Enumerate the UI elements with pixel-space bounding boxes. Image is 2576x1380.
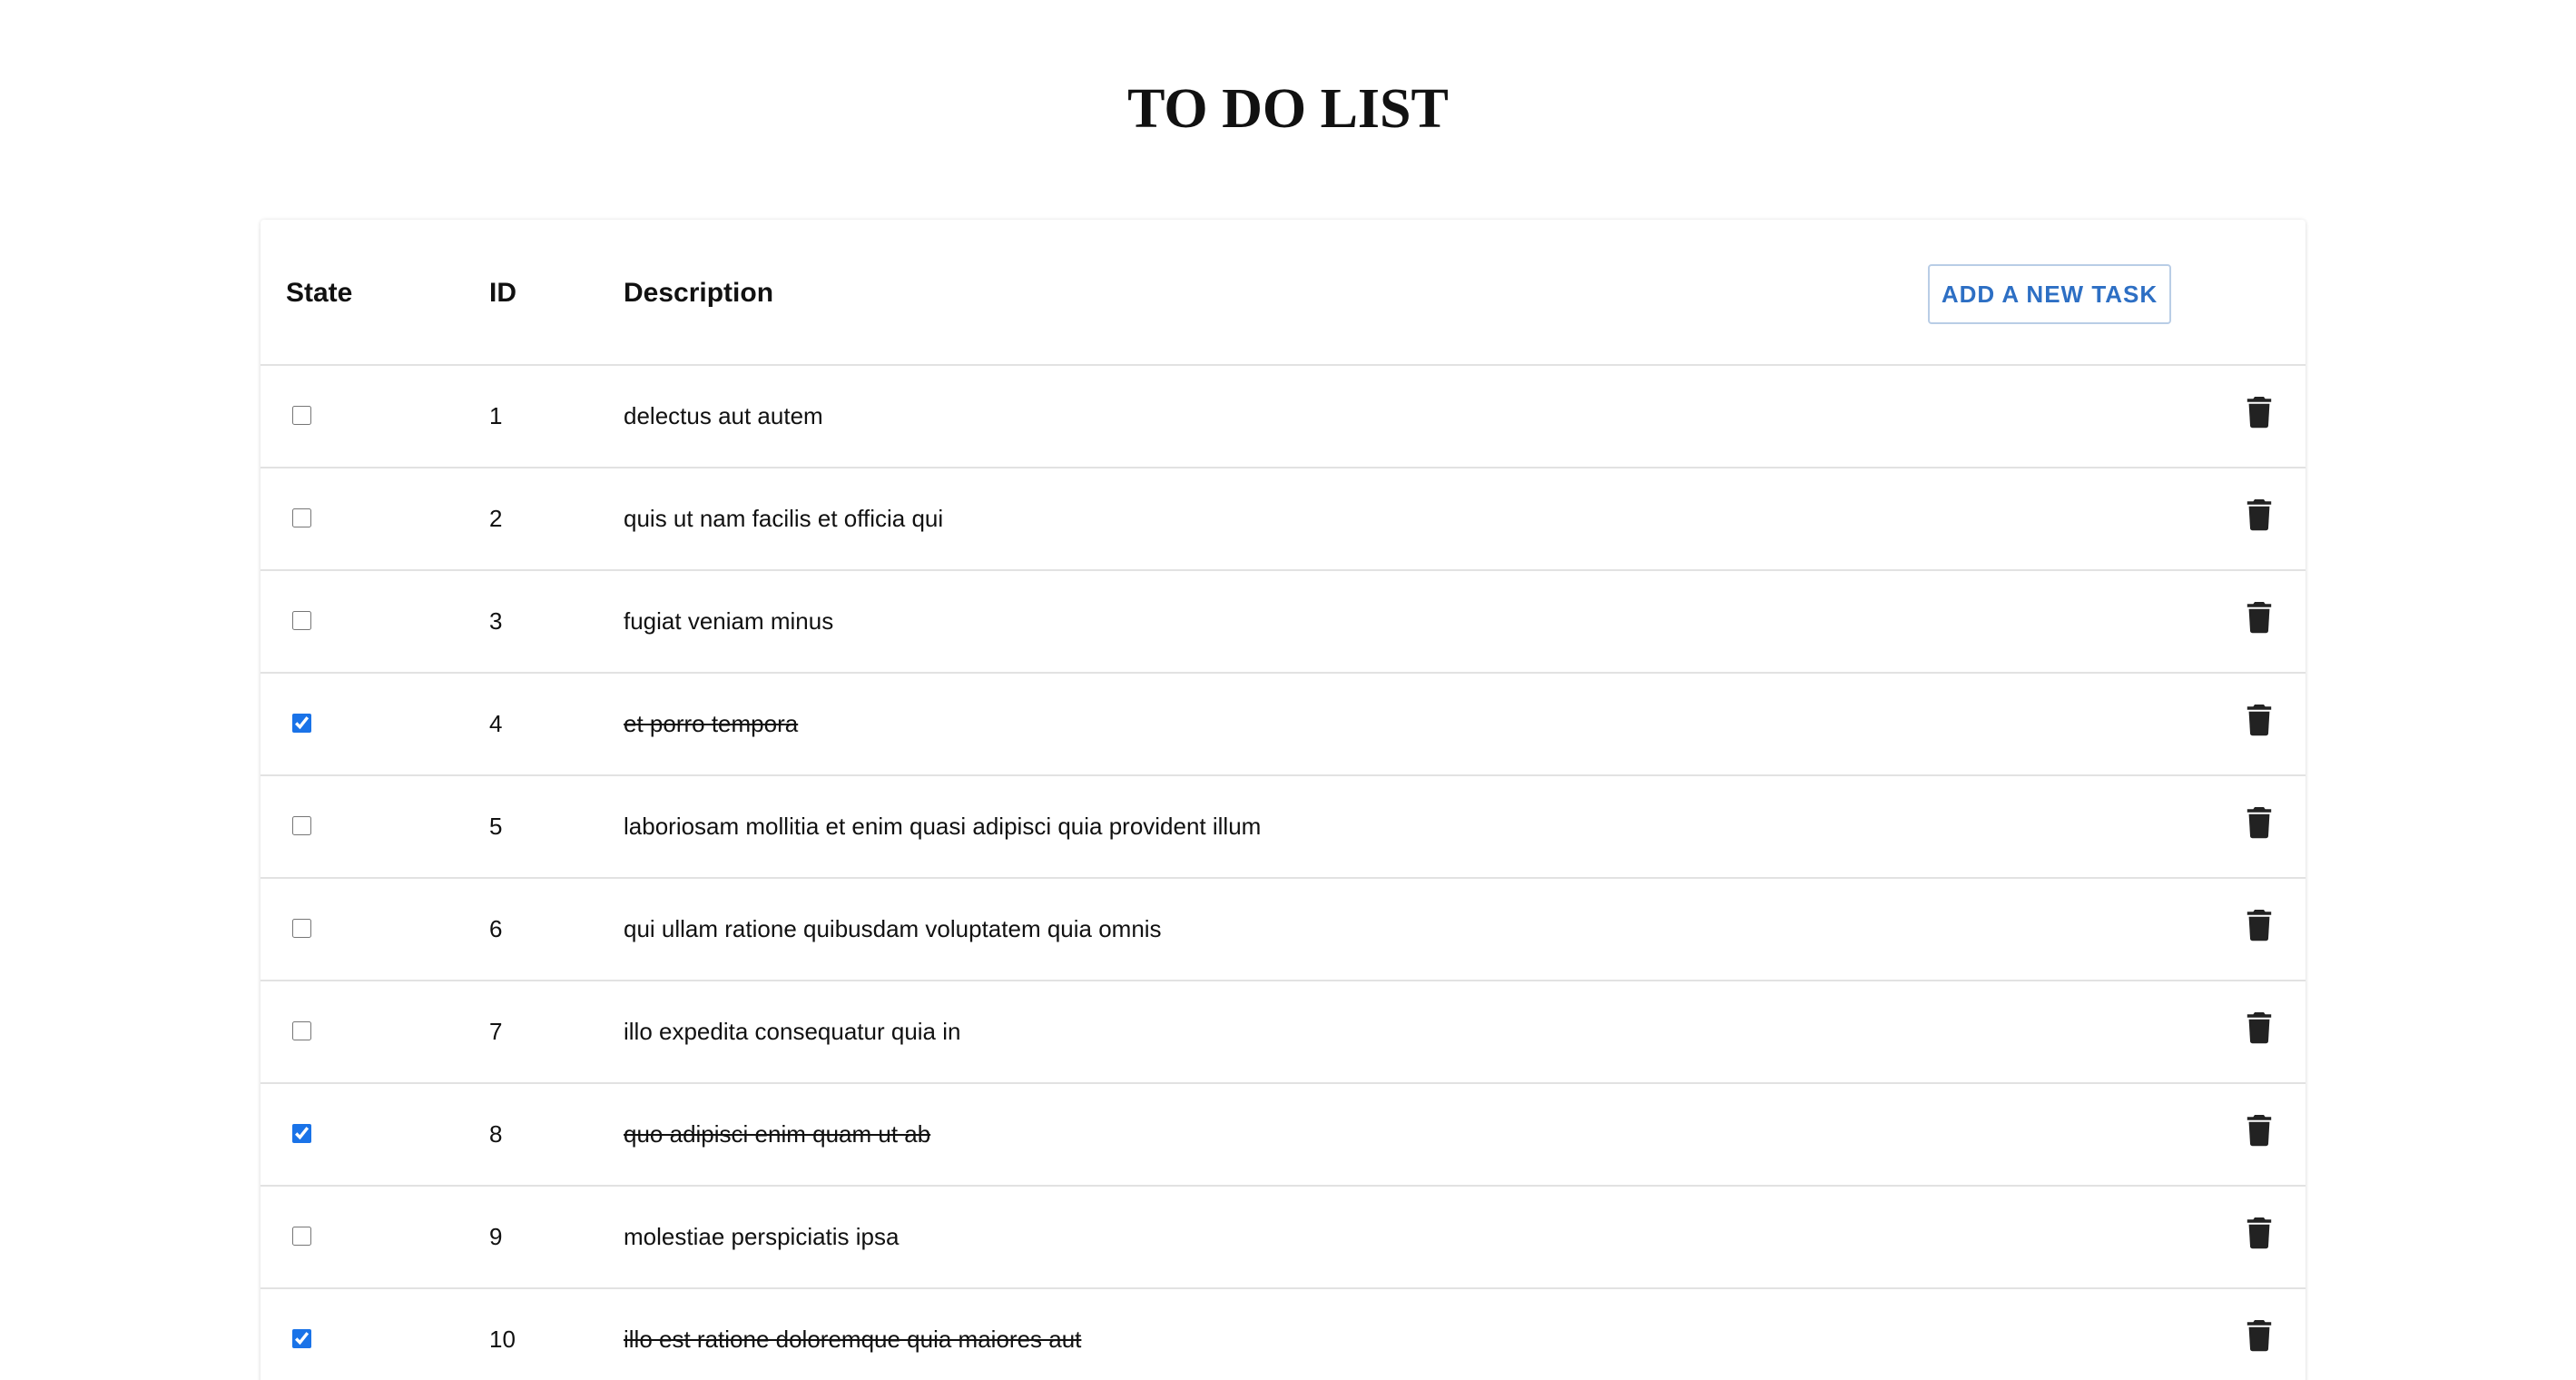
table-row: 6 qui ullam ratione quibusdam voluptatem … (261, 879, 2306, 981)
table-row: 4 et porro tempora (261, 674, 2306, 776)
trash-icon[interactable] (2247, 1114, 2272, 1147)
task-description: molestiae perspiciatis ipsa (624, 1223, 900, 1250)
task-id: 2 (489, 505, 503, 532)
add-task-button[interactable]: ADD A NEW TASK (1928, 264, 2171, 324)
table-row: 1 delectus aut autem (261, 366, 2306, 468)
task-state-checkbox[interactable] (292, 406, 311, 425)
task-description: et porro tempora (624, 710, 799, 737)
trash-icon[interactable] (2247, 806, 2272, 839)
trash-icon[interactable] (2247, 1011, 2272, 1044)
trash-icon[interactable] (2247, 498, 2272, 531)
task-state-checkbox[interactable] (292, 816, 311, 835)
task-state-checkbox[interactable] (292, 508, 311, 527)
table-row: 10 illo est ratione doloremque quia maior… (261, 1289, 2306, 1380)
table-header: State ID Description ADD A NEW TASK (261, 220, 2306, 366)
trash-icon[interactable] (2247, 601, 2272, 634)
header-id: ID (489, 278, 516, 308)
task-id: 6 (489, 915, 503, 942)
table-row: 5 laboriosam mollitia et enim quasi adipi… (261, 776, 2306, 879)
task-state-checkbox[interactable] (292, 1227, 311, 1246)
trash-icon[interactable] (2247, 1319, 2272, 1352)
task-description: laboriosam mollitia et enim quasi adipis… (624, 813, 1262, 840)
table-row: 8 quo adipisci enim quam ut ab (261, 1084, 2306, 1187)
task-description: illo expedita consequatur quia in (624, 1018, 961, 1045)
table-body: 1 delectus aut autem 2 quis ut nam facilis … (261, 366, 2306, 1380)
task-state-checkbox[interactable] (292, 919, 311, 938)
task-state-checkbox[interactable] (292, 611, 311, 630)
task-id: 4 (489, 710, 503, 737)
task-description: fugiat veniam minus (624, 607, 834, 635)
task-description: quis ut nam facilis et officia qui (624, 505, 944, 532)
task-id: 5 (489, 813, 503, 840)
task-description: qui ullam ratione quibusdam voluptatem q… (624, 915, 1162, 942)
task-id: 1 (489, 402, 503, 429)
table-row: 9 molestiae perspiciatis ipsa (261, 1187, 2306, 1289)
task-id: 8 (489, 1120, 503, 1148)
header-description: Description (624, 278, 774, 308)
task-state-checkbox[interactable] (292, 1124, 311, 1143)
task-id: 10 (489, 1326, 516, 1353)
task-description: quo adipisci enim quam ut ab (624, 1120, 931, 1148)
page-title: TO DO LIST (1127, 78, 1449, 140)
task-state-checkbox[interactable] (292, 1021, 311, 1040)
task-description: delectus aut autem (624, 402, 823, 429)
table-row: 7 illo expedita consequatur quia in (261, 981, 2306, 1084)
task-id: 3 (489, 607, 503, 635)
task-id: 9 (489, 1223, 503, 1250)
task-id: 7 (489, 1018, 503, 1045)
todo-table: State ID Description ADD A NEW TASK 1 del… (261, 220, 2306, 1380)
trash-icon[interactable] (2247, 909, 2272, 941)
table-row: 3 fugiat veniam minus (261, 571, 2306, 674)
page: TO DO LIST State ID Description ADD A NE… (0, 0, 2576, 1380)
task-state-checkbox[interactable] (292, 1329, 311, 1348)
header-state: State (286, 278, 353, 308)
trash-icon[interactable] (2247, 704, 2272, 736)
task-state-checkbox[interactable] (292, 714, 311, 733)
task-description: illo est ratione doloremque quia maiores… (624, 1326, 1082, 1353)
table-row: 2 quis ut nam facilis et officia qui (261, 468, 2306, 571)
trash-icon[interactable] (2247, 1217, 2272, 1249)
trash-icon[interactable] (2247, 396, 2272, 429)
